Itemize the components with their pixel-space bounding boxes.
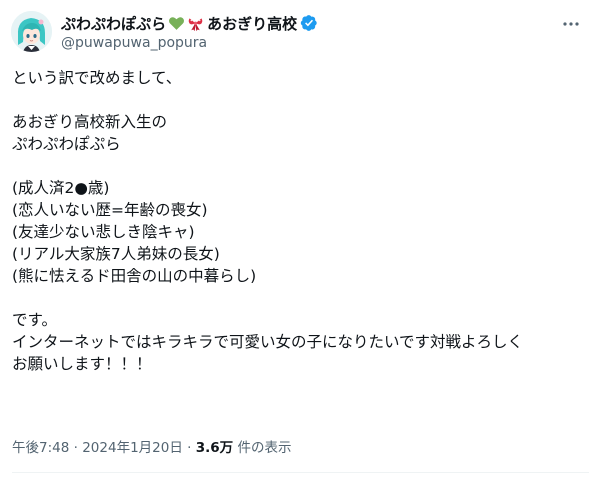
views-label: 件の表示	[237, 440, 292, 456]
meta-separator: ·	[73, 440, 78, 456]
display-name[interactable]: ぷわぷわぽぷら	[61, 13, 166, 34]
meta-separator: ·	[187, 440, 192, 456]
author-handle[interactable]: @puwapuwa_popura	[61, 35, 207, 51]
tweet-meta: 午後7:48 · 2024年1月20日 · 3.6万 件の表示	[12, 436, 291, 456]
tweet-line: です。	[12, 311, 57, 329]
views-count: 3.6万	[195, 440, 234, 456]
tweet-line: (リアル大家族7人弟妹の長女)	[12, 245, 220, 263]
tweet-line: (恋人いない歴=年齢の喪女)	[12, 201, 208, 219]
tweet-line: お願いします！！！	[12, 355, 152, 373]
verified-badge-icon[interactable]	[300, 14, 318, 32]
tweet-line: (友達少ない悲しき陰キャ)	[12, 223, 195, 241]
tweet-line: (成人済2●歳)	[12, 179, 110, 197]
tweet-text: という訳で改めまして、 あおぎり高校新入生の ぷわぷわぽぷら (成人済2●歳) …	[12, 67, 587, 375]
tweet-time[interactable]: 午後7:48	[12, 440, 69, 456]
ribbon-icon	[187, 15, 204, 32]
tweet-line: (熊に怯えるド田舎の山の中暮らし)	[12, 267, 257, 285]
green-heart-icon	[168, 15, 185, 32]
tweet-line: インターネットではキラキラで可愛い女の子になりたいです対戦よろしく	[12, 333, 524, 351]
tweet-line: あおぎり高校新入生の	[12, 113, 168, 131]
tweet-date[interactable]: 2024年1月20日	[82, 440, 183, 456]
school-name[interactable]: あおぎり高校	[207, 13, 297, 34]
tweet-card: ぷわぷわぽぷら あおぎり高校 @puwapuwa_popura という訳で改めま…	[0, 0, 601, 485]
avatar[interactable]	[11, 11, 52, 52]
more-options-icon[interactable]	[560, 14, 582, 34]
avatar-image	[11, 11, 52, 52]
divider	[12, 472, 589, 473]
tweet-line: という訳で改めまして、	[12, 69, 182, 87]
author-name-row[interactable]: ぷわぷわぽぷら あおぎり高校	[61, 12, 318, 34]
tweet-line: ぷわぷわぽぷら	[12, 135, 121, 153]
